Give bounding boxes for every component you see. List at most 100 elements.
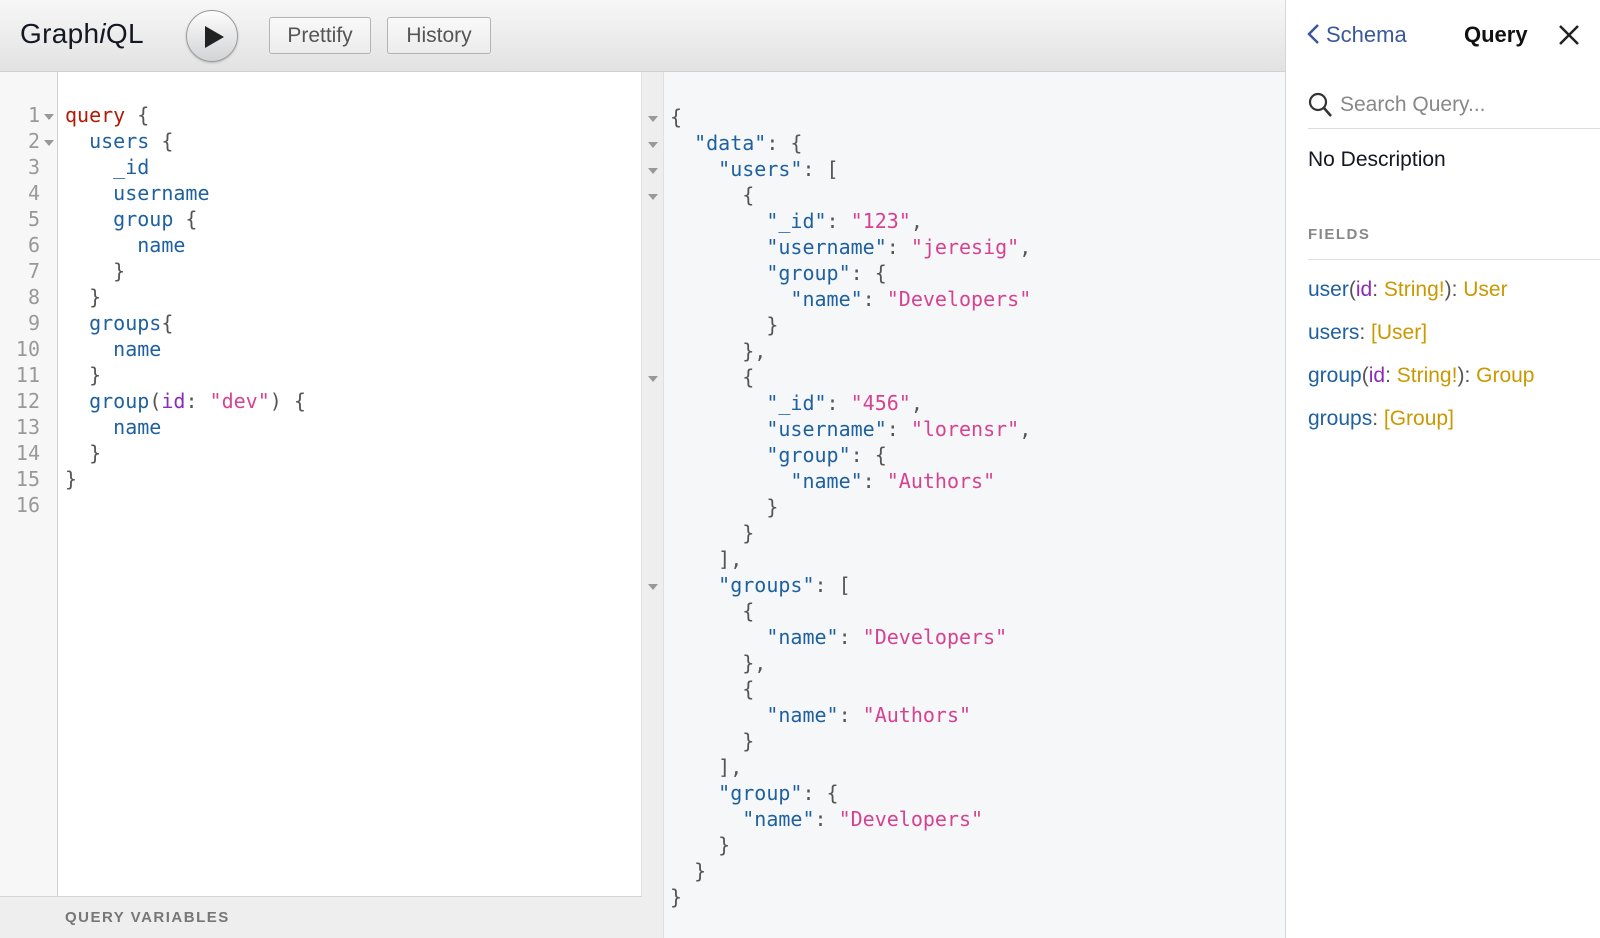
json-line: { bbox=[670, 599, 755, 623]
json-line: } bbox=[670, 859, 707, 883]
line-number: 1 bbox=[27, 103, 40, 127]
field-link[interactable]: user bbox=[1308, 278, 1349, 301]
line-number: 11 bbox=[15, 363, 40, 387]
json-line: "name": "Developers" bbox=[790, 287, 1032, 311]
type-link[interactable]: String! bbox=[1384, 278, 1445, 301]
graphiql-logo: GraphiQL bbox=[20, 18, 144, 49]
json-line: }, bbox=[670, 339, 767, 363]
line-number: 6 bbox=[27, 233, 40, 257]
code-line: group(id: "dev") { bbox=[89, 389, 306, 413]
field-link[interactable]: group bbox=[1308, 364, 1362, 387]
close-icon[interactable] bbox=[1558, 24, 1580, 46]
json-line: "group": { bbox=[766, 261, 887, 285]
json-line: } bbox=[670, 521, 755, 545]
schema-back-link[interactable]: Schema bbox=[1306, 22, 1407, 48]
doc-explorer: Schema Query No Description FIELDS user(… bbox=[1285, 0, 1600, 938]
fold-arrow-icon[interactable] bbox=[648, 194, 658, 200]
doc-description: No Description bbox=[1308, 148, 1446, 171]
line-number: 5 bbox=[27, 207, 40, 231]
json-line: ], bbox=[670, 547, 743, 571]
doc-search-box bbox=[1308, 86, 1600, 129]
line-number-gutter: 1 2 3 4 5 6 7 8 9 10 11 12 13 14 15 16 bbox=[0, 72, 58, 896]
doc-field-groups: groups: [Group] bbox=[1308, 407, 1454, 430]
json-line: "name": "Authors" bbox=[766, 703, 972, 727]
code-line: group { bbox=[113, 207, 198, 231]
json-line: { bbox=[670, 677, 755, 701]
line-number: 9 bbox=[27, 311, 40, 335]
fold-arrow-icon[interactable] bbox=[648, 376, 658, 382]
execute-query-button[interactable] bbox=[186, 10, 238, 62]
search-icon bbox=[1308, 92, 1332, 117]
query-variables-title: QUERY VARIABLES bbox=[65, 909, 230, 926]
code-line: } bbox=[65, 259, 126, 283]
query-editor[interactable]: 1 2 3 4 5 6 7 8 9 10 11 12 13 14 15 16 q… bbox=[0, 72, 642, 896]
line-number: 14 bbox=[15, 441, 40, 465]
json-line: "users": [ bbox=[718, 157, 839, 181]
fold-arrow-icon[interactable] bbox=[44, 114, 54, 120]
line-number: 12 bbox=[15, 389, 40, 413]
toolbar: GraphiQL Prettify History bbox=[0, 0, 1285, 72]
type-link[interactable]: String! bbox=[1397, 364, 1458, 387]
line-number: 2 bbox=[27, 129, 40, 153]
line-number: 8 bbox=[27, 285, 40, 309]
doc-field-users: users: [User] bbox=[1308, 321, 1428, 344]
search-input[interactable] bbox=[1338, 86, 1592, 124]
code-line: groups{ bbox=[89, 311, 174, 335]
history-button[interactable]: History bbox=[387, 17, 491, 54]
json-line: "username": "jeresig", bbox=[766, 235, 1032, 259]
code-line: } bbox=[65, 467, 78, 491]
fold-arrow-icon[interactable] bbox=[648, 584, 658, 590]
fold-arrow-icon[interactable] bbox=[648, 116, 658, 122]
code-line: name bbox=[113, 337, 162, 361]
type-link[interactable]: User bbox=[1463, 278, 1507, 301]
arg-name: id bbox=[1368, 364, 1386, 387]
line-number: 10 bbox=[15, 337, 40, 361]
type-link[interactable]: [Group] bbox=[1384, 407, 1454, 430]
line-number: 16 bbox=[15, 493, 40, 517]
query-variables-bar[interactable]: QUERY VARIABLES bbox=[0, 896, 642, 938]
type-link[interactable]: [User] bbox=[1371, 321, 1427, 344]
play-icon bbox=[205, 26, 224, 48]
json-line: "group": { bbox=[766, 443, 887, 467]
fields-section-title: FIELDS bbox=[1308, 226, 1600, 260]
result-gutter bbox=[642, 72, 664, 938]
result-pane: { "data": { "users": [ { "_id": "123", "… bbox=[642, 72, 1285, 938]
line-number: 15 bbox=[15, 467, 40, 491]
field-link[interactable]: users bbox=[1308, 321, 1359, 344]
line-number: 7 bbox=[27, 259, 40, 283]
code-line: query { bbox=[65, 103, 150, 127]
fold-arrow-icon[interactable] bbox=[44, 140, 54, 146]
line-number: 13 bbox=[15, 415, 40, 439]
json-line: "group": { bbox=[718, 781, 839, 805]
code-line: name bbox=[113, 415, 162, 439]
json-line: ], bbox=[670, 755, 743, 779]
json-line: } bbox=[670, 729, 755, 753]
json-line: { bbox=[670, 183, 755, 207]
code-line: _id bbox=[113, 155, 150, 179]
json-line: "data": { bbox=[694, 131, 803, 155]
json-line: } bbox=[670, 833, 731, 857]
code-line: users { bbox=[89, 129, 174, 153]
chevron-left-icon bbox=[1307, 24, 1319, 44]
json-line: "groups": [ bbox=[718, 573, 851, 597]
json-line: "name": "Authors" bbox=[790, 469, 996, 493]
json-line: }, bbox=[670, 651, 767, 675]
json-line: "_id": "456", bbox=[766, 391, 923, 415]
field-link[interactable]: groups bbox=[1308, 407, 1372, 430]
json-line: } bbox=[670, 313, 779, 337]
json-line: "name": "Developers" bbox=[766, 625, 1008, 649]
json-line: } bbox=[670, 885, 683, 909]
code-line: } bbox=[65, 285, 102, 309]
code-line: username bbox=[113, 181, 210, 205]
arg-name: id bbox=[1355, 278, 1373, 301]
code-line: name bbox=[137, 233, 186, 257]
json-line: { bbox=[670, 105, 683, 129]
line-number: 3 bbox=[27, 155, 40, 179]
fold-arrow-icon[interactable] bbox=[648, 168, 658, 174]
doc-field-user: user(id: String!): User bbox=[1308, 278, 1508, 301]
fold-arrow-icon[interactable] bbox=[648, 142, 658, 148]
json-line: { bbox=[670, 365, 755, 389]
type-link[interactable]: Group bbox=[1476, 364, 1534, 387]
code-line: } bbox=[65, 441, 102, 465]
prettify-button[interactable]: Prettify bbox=[269, 17, 371, 54]
